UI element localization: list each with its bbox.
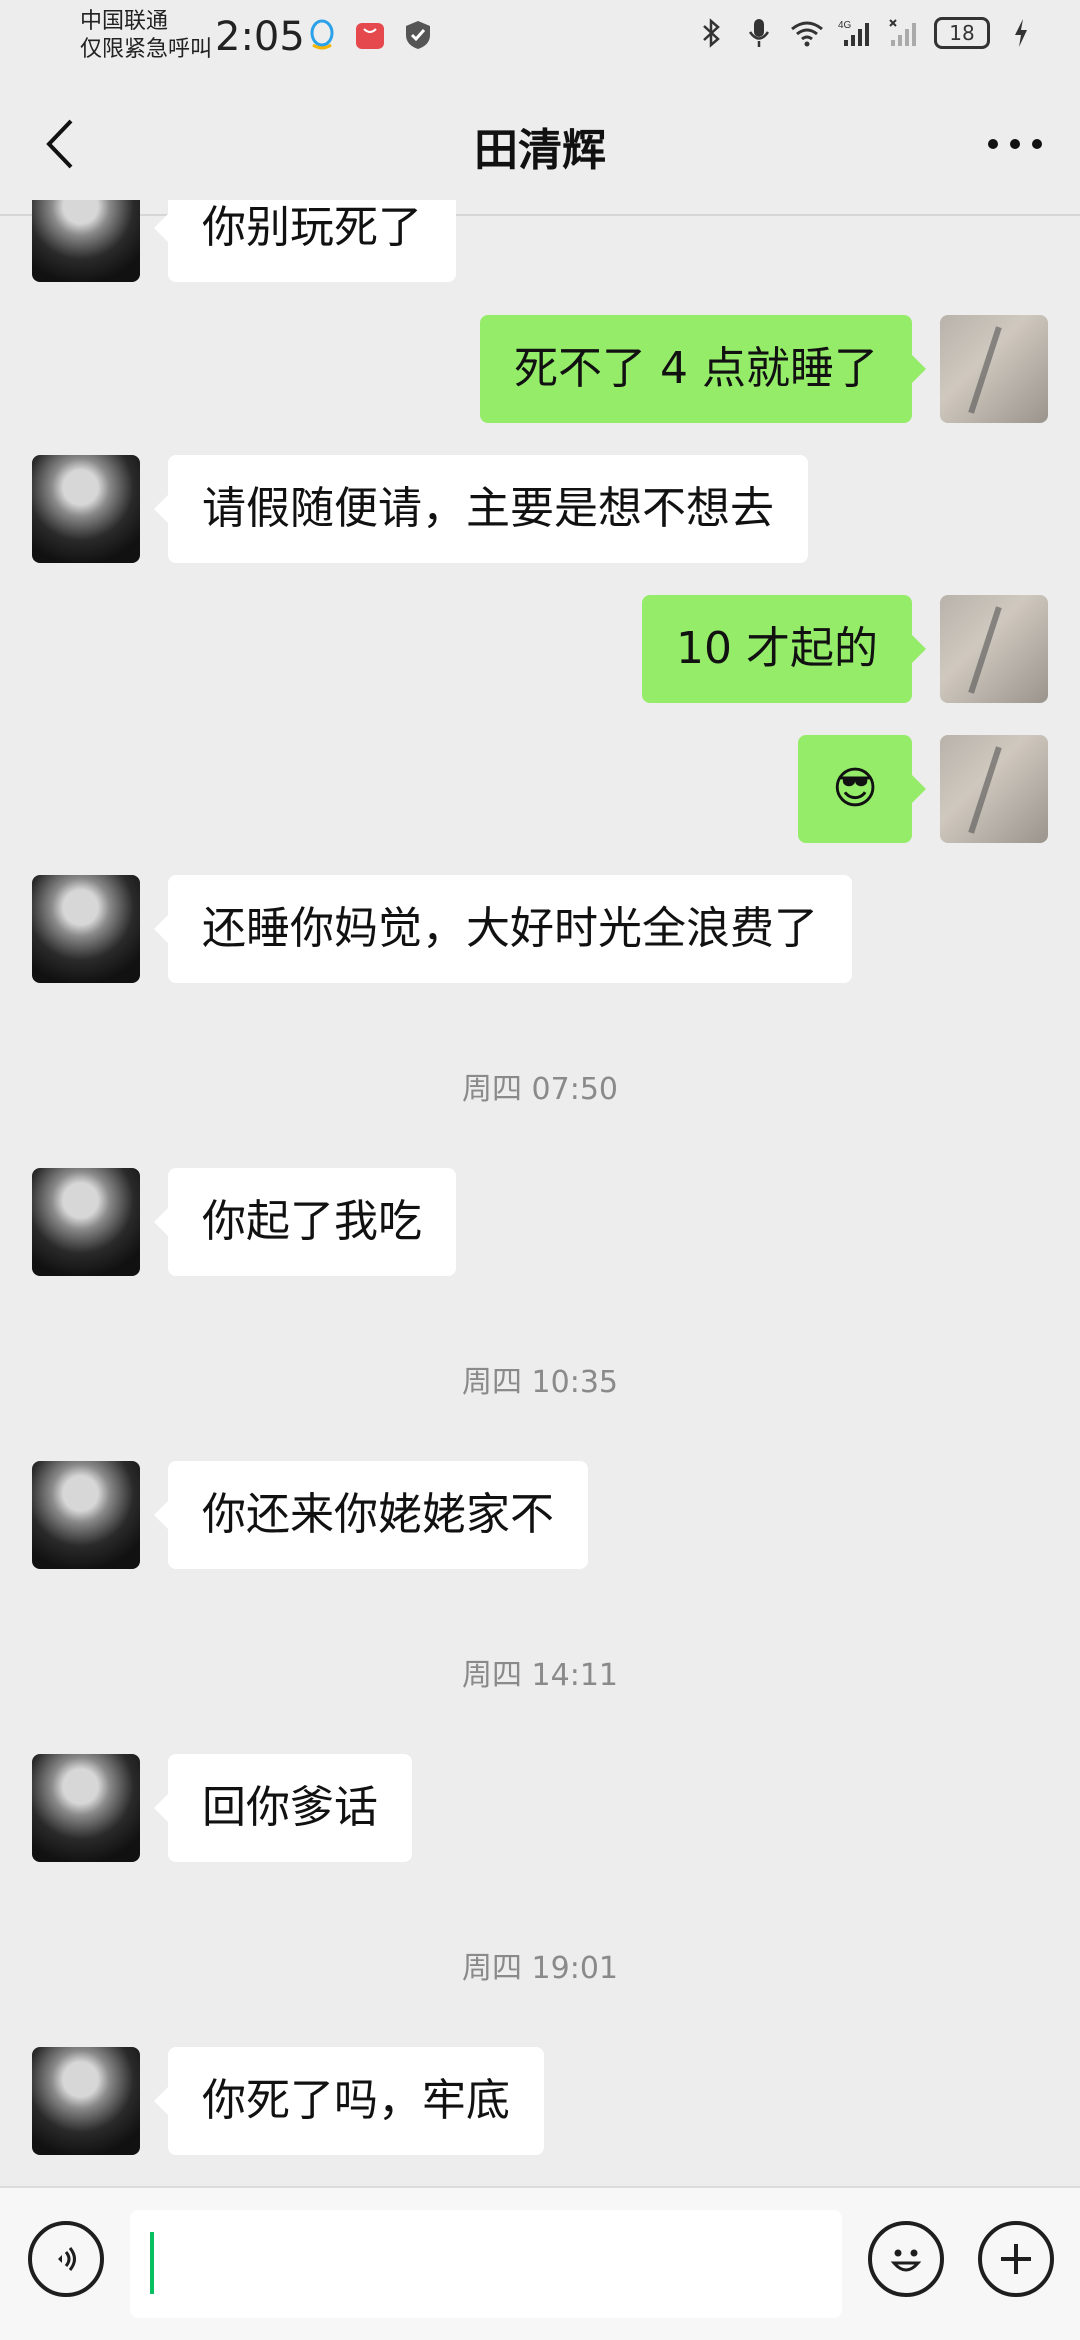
message-bubble[interactable]: 你别玩死了 <box>154 200 456 282</box>
message-bubble[interactable]: 回你爹话 <box>154 1754 412 1862</box>
friend-avatar[interactable] <box>32 2047 140 2155</box>
carrier-name: 中国联通 <box>80 9 169 34</box>
microphone-icon <box>742 16 776 50</box>
self-avatar[interactable] <box>940 315 1048 423</box>
message-bubble[interactable]: 10 才起的 <box>642 595 926 703</box>
self-avatar[interactable] <box>940 595 1048 703</box>
message-bubble[interactable]: 还睡你妈觉，大好时光全浪费了 <box>154 875 852 983</box>
battery-indicator: 18 <box>934 17 990 49</box>
more-options-button[interactable] <box>980 116 1050 172</box>
carrier-status: 仅限紧急呼叫 <box>80 37 213 62</box>
friend-avatar[interactable] <box>32 1461 140 1569</box>
timestamp: 周四 10:35 <box>462 1365 618 1400</box>
plus-icon <box>1001 2244 1031 2274</box>
message-bubble[interactable]: 你死了吗，牢底 <box>154 2047 544 2155</box>
more-dots-icon <box>988 139 1042 149</box>
input-bar <box>0 2186 1080 2340</box>
timestamp: 周四 19:01 <box>462 1951 618 1986</box>
charging-icon <box>1004 16 1038 50</box>
carrier-info: 中国联通 仅限紧急呼叫 <box>80 8 212 64</box>
huawei-store-icon <box>353 18 387 52</box>
emoji-button[interactable] <box>868 2221 944 2297</box>
message-bubble[interactable]: 😎 <box>798 735 926 843</box>
signal-4g-icon: 4G <box>838 16 872 50</box>
friend-avatar[interactable] <box>32 1168 140 1276</box>
voice-icon <box>58 2247 76 2271</box>
svg-text:4G: 4G <box>838 20 852 31</box>
wifi-icon <box>790 16 824 50</box>
message-list[interactable]: 你别玩死了 死不了 4 点就睡了 请假随便请，主要是想不想去 10 才起的 😎 … <box>0 200 1080 2185</box>
friend-avatar[interactable] <box>32 875 140 983</box>
friend-avatar[interactable] <box>32 1754 140 1862</box>
voice-input-button[interactable] <box>28 2221 104 2297</box>
message-bubble[interactable]: 你起了我吃 <box>154 1168 456 1276</box>
message-bubble[interactable]: 死不了 4 点就睡了 <box>480 315 926 423</box>
emoji-icon <box>890 2249 922 2272</box>
timestamp: 周四 07:50 <box>462 1072 618 1107</box>
status-bar: 中国联通 仅限紧急呼叫 2:05 4G 18 <box>0 0 1080 72</box>
status-time: 2:05 <box>215 14 305 60</box>
qq-icon <box>305 18 339 52</box>
timestamp: 周四 14:11 <box>462 1658 618 1693</box>
shield-icon <box>401 18 435 52</box>
text-cursor <box>150 2232 154 2294</box>
chat-header: 田清辉 <box>0 72 1080 216</box>
signal-no-sim-icon <box>886 16 920 50</box>
self-avatar[interactable] <box>940 735 1048 843</box>
message-input[interactable] <box>130 2210 842 2318</box>
friend-avatar[interactable] <box>32 455 140 563</box>
more-functions-button[interactable] <box>978 2221 1054 2297</box>
bluetooth-icon <box>694 16 728 50</box>
friend-avatar[interactable] <box>32 200 140 282</box>
system-icons: 4G 18 <box>694 16 1038 50</box>
message-bubble[interactable]: 你还来你姥姥家不 <box>154 1461 588 1569</box>
notification-icons <box>305 18 435 52</box>
chat-title: 田清辉 <box>474 125 606 176</box>
message-bubble[interactable]: 请假随便请，主要是想不想去 <box>154 455 808 563</box>
